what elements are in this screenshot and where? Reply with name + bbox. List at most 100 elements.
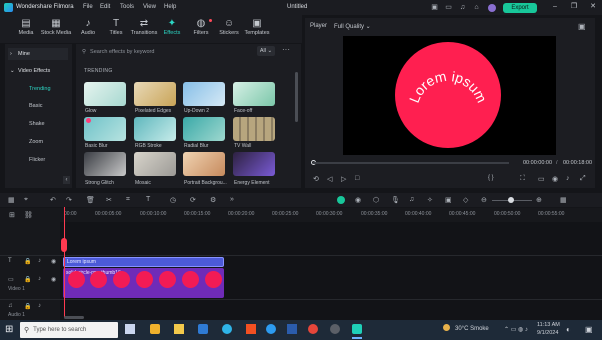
- taskbar-search[interactable]: ⚲ Type here to search: [20, 322, 118, 338]
- notifications-icon[interactable]: ▣: [585, 325, 593, 334]
- sidebar-item-zoom[interactable]: Zoom: [8, 136, 68, 148]
- more-tools-icon[interactable]: »: [230, 196, 234, 203]
- ai-icon[interactable]: ✧: [427, 196, 433, 204]
- tab-media[interactable]: ▤ Media: [9, 17, 43, 36]
- tray-icons[interactable]: ⌃ ▭ ◍ ♪: [504, 326, 528, 333]
- add-track-icon[interactable]: ⊞: [9, 211, 15, 219]
- avatar[interactable]: [487, 3, 496, 12]
- expand-icon[interactable]: ⤢: [580, 175, 586, 183]
- bell-icon[interactable]: ♫: [458, 3, 467, 12]
- lock-icon[interactable]: 🔒: [24, 276, 31, 283]
- sidebar-item-flicker[interactable]: Flicker: [8, 154, 68, 166]
- effect-tile-tv-wall[interactable]: [233, 117, 275, 141]
- search-input[interactable]: Search effects by keyword: [90, 49, 154, 55]
- search-bar[interactable]: ⚲ Search effects by keyword: [82, 47, 252, 57]
- auto-ripple-icon[interactable]: [337, 196, 345, 204]
- task-view-icon[interactable]: [125, 324, 135, 334]
- effect-tile-mosaic[interactable]: [134, 152, 176, 176]
- weather-text[interactable]: 30°C Smoke: [455, 326, 489, 332]
- chrome-icon[interactable]: [308, 324, 318, 334]
- visibility-icon[interactable]: ◉: [51, 276, 56, 283]
- zoom-out-icon[interactable]: ⊖: [481, 196, 487, 204]
- sidebar-item-mine[interactable]: › Mine: [8, 48, 68, 60]
- menu-view[interactable]: View: [143, 4, 156, 10]
- save-icon[interactable]: ▣: [430, 3, 439, 12]
- render-icon[interactable]: ▭: [538, 175, 545, 183]
- copilot-icon[interactable]: ◐: [566, 325, 571, 334]
- collapse-sidebar-icon[interactable]: ‹: [63, 176, 70, 184]
- layout-icon[interactable]: ▦: [8, 196, 15, 204]
- voiceover-icon[interactable]: ♫: [409, 196, 414, 203]
- speed-icon[interactable]: ◷: [170, 196, 176, 204]
- title-clip[interactable]: Lorem ipsum: [63, 257, 224, 267]
- undo-icon[interactable]: ↶: [50, 196, 56, 204]
- widgets-icon[interactable]: [150, 324, 160, 334]
- mute-icon[interactable]: ♪: [38, 303, 41, 309]
- effect-tile-pixelated-edges[interactable]: [134, 82, 176, 106]
- effect-tile-energy-element[interactable]: [233, 152, 275, 176]
- taskbar-search-input[interactable]: Type here to search: [33, 327, 86, 333]
- word-icon[interactable]: [287, 324, 297, 334]
- store-icon[interactable]: [246, 324, 256, 334]
- volume-icon[interactable]: ♪: [566, 175, 570, 182]
- edge-icon[interactable]: [222, 324, 232, 334]
- step-back-icon[interactable]: ◁: [327, 175, 332, 183]
- export-button[interactable]: Export: [503, 3, 537, 13]
- mail-icon[interactable]: [198, 324, 208, 334]
- snapshot-icon[interactable]: ▣: [578, 22, 586, 31]
- effect-tile-portrait-background[interactable]: [183, 152, 225, 176]
- stop-icon[interactable]: □: [355, 175, 359, 182]
- picture-in-picture-icon[interactable]: ▣: [445, 196, 452, 204]
- close-icon[interactable]: ✕: [588, 2, 598, 12]
- quality-dropdown[interactable]: Full Quality ⌄: [334, 23, 371, 30]
- marker-icon[interactable]: ⬡: [373, 196, 379, 204]
- filmora-taskbar-icon[interactable]: [352, 324, 362, 334]
- split-icon[interactable]: ✂: [106, 196, 112, 204]
- audio-toggle-icon[interactable]: ♪: [38, 276, 41, 282]
- filter-dropdown[interactable]: All ⌄: [257, 46, 275, 56]
- rotate-icon[interactable]: ⟳: [190, 196, 196, 204]
- effects-scrollbar[interactable]: [295, 72, 298, 122]
- menu-file[interactable]: File: [83, 4, 93, 10]
- timeline-scrollbar[interactable]: [64, 316, 84, 319]
- link-icon[interactable]: ⛓: [24, 211, 33, 219]
- redo-icon[interactable]: ↷: [66, 196, 72, 204]
- more-options-icon[interactable]: ···: [282, 45, 290, 54]
- effect-tile-radial-blur[interactable]: [183, 117, 225, 141]
- delete-icon[interactable]: 🗑: [86, 196, 95, 204]
- menu-tools[interactable]: Tools: [120, 4, 134, 10]
- adjust-icon[interactable]: ⚙: [210, 196, 216, 204]
- screen-record-icon[interactable]: ▭: [444, 3, 453, 12]
- windows-start-icon[interactable]: ⊞: [5, 324, 13, 336]
- effect-tile-glow[interactable]: [84, 82, 126, 106]
- snap-icon[interactable]: ◉: [355, 196, 361, 204]
- tab-templates[interactable]: ▣ Templates: [240, 17, 274, 36]
- grid-icon[interactable]: ▦: [560, 196, 567, 204]
- sidebar-item-basic[interactable]: Basic: [8, 100, 68, 112]
- fullscreen-icon[interactable]: ⛶: [520, 175, 525, 183]
- visibility-icon[interactable]: ◉: [51, 258, 56, 265]
- keyframe-icon[interactable]: ◇: [463, 196, 468, 204]
- crop-icon[interactable]: ⌗: [126, 196, 130, 204]
- zoom-slider-handle[interactable]: [508, 197, 514, 203]
- microphone-app-icon[interactable]: [330, 324, 340, 334]
- previous-frame-icon[interactable]: ⟲: [313, 175, 319, 183]
- effect-tile-face-off[interactable]: [233, 82, 275, 106]
- clock-date[interactable]: 9/1/2024: [537, 330, 558, 336]
- effect-tile-up-down-2[interactable]: [183, 82, 225, 106]
- effect-tile-rgb-stroke[interactable]: [134, 117, 176, 141]
- play-icon[interactable]: ▷: [341, 175, 346, 183]
- effect-tile-strong-glitch[interactable]: [84, 152, 126, 176]
- teams-icon[interactable]: [266, 324, 276, 334]
- sidebar-item-shake[interactable]: Shake: [8, 118, 68, 130]
- zoom-in-icon[interactable]: ⊕: [536, 196, 542, 204]
- maximize-icon[interactable]: ❐: [569, 2, 579, 12]
- gift-icon[interactable]: ⌂: [472, 3, 481, 12]
- camera-icon[interactable]: ◉: [552, 175, 558, 183]
- minimize-icon[interactable]: –: [550, 2, 560, 12]
- audio-toggle-icon[interactable]: ♪: [38, 258, 41, 264]
- clock-time[interactable]: 11:13 AM: [537, 322, 560, 328]
- menu-edit[interactable]: Edit: [100, 4, 110, 10]
- mark-in-out[interactable]: { }: [488, 175, 494, 181]
- sidebar-item-trending[interactable]: Trending: [8, 83, 68, 95]
